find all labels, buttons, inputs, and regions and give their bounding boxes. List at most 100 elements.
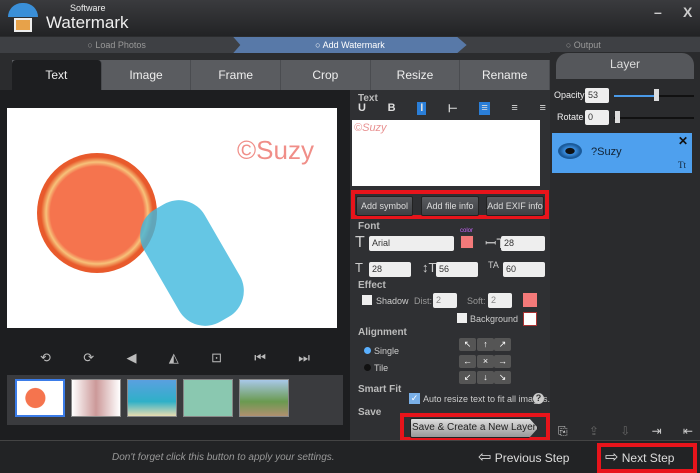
tile-label: Tile <box>374 363 389 373</box>
align-left[interactable]: ← <box>459 355 476 368</box>
first-image-icon[interactable]: ⏮ <box>254 350 266 366</box>
align-top-right[interactable]: ↗ <box>494 338 511 351</box>
export-icon[interactable]: ⇤ <box>683 424 693 439</box>
add-exif-info-button[interactable]: Add EXIF info <box>486 196 544 216</box>
rotate-slider-handle[interactable] <box>615 111 620 123</box>
font-size-select[interactable]: 28 <box>501 236 545 251</box>
spacing-button[interactable]: ⊢ <box>448 102 458 115</box>
help-icon[interactable]: ? <box>533 393 544 404</box>
underline-button[interactable]: U <box>358 102 366 115</box>
tab-bar: Text Image Frame Crop Resize Rename <box>12 60 551 90</box>
save-create-layer-button[interactable]: Save & Create a New Layer <box>410 418 538 438</box>
italic-button[interactable]: I <box>417 102 427 115</box>
auto-resize-label: Auto resize text to fit all images. <box>423 394 551 404</box>
tile-radio[interactable] <box>364 364 371 371</box>
add-symbol-button[interactable]: Add symbol <box>356 196 413 216</box>
thumbnail[interactable] <box>15 379 65 417</box>
shadow-color-swatch[interactable] <box>523 293 537 307</box>
rotate-right-icon[interactable]: ⟳ <box>83 350 94 366</box>
previous-step-button[interactable]: ⇦ Previous Step <box>478 446 569 470</box>
color-label: color <box>460 228 474 234</box>
move-down-icon[interactable]: ⇩ <box>620 424 630 439</box>
align-bottom-right[interactable]: ↘ <box>494 371 511 384</box>
fit-icon[interactable]: ⊡ <box>211 350 222 366</box>
tab-text[interactable]: Text <box>12 60 102 90</box>
thumbnail[interactable] <box>183 379 233 417</box>
add-file-info-button[interactable]: Add file info <box>421 196 479 216</box>
step-load-photos[interactable]: ○ Load Photos <box>0 37 233 53</box>
background-label: Background <box>470 314 519 324</box>
step-add-watermark[interactable]: ○ Add Watermark <box>233 37 467 53</box>
tab-rename[interactable]: Rename <box>460 60 551 90</box>
background-color-swatch[interactable] <box>523 312 537 326</box>
font-section-title: Font <box>358 221 380 232</box>
effect-section-title: Effect <box>358 280 386 291</box>
tab-crop[interactable]: Crop <box>281 60 371 90</box>
align-center[interactable]: × <box>477 355 494 368</box>
rotate-stepper[interactable]: 0 <box>585 110 609 125</box>
move-up-icon[interactable]: ⇪ <box>589 424 599 439</box>
align-top[interactable]: ↑ <box>477 338 494 351</box>
font-family-select[interactable]: Arial <box>369 236 454 251</box>
bottom-bar <box>0 440 700 473</box>
thumbnail[interactable] <box>239 379 289 417</box>
step-output[interactable]: ○ Output <box>467 37 700 53</box>
thumbnail[interactable] <box>71 379 121 417</box>
delete-layer-icon[interactable]: ✕ <box>678 134 688 148</box>
tab-frame[interactable]: Frame <box>191 60 282 90</box>
grapefruit-image <box>37 153 157 273</box>
tab-image[interactable]: Image <box>102 60 192 90</box>
save-section-title: Save <box>358 407 382 418</box>
align-bottom-left[interactable]: ↙ <box>459 371 476 384</box>
rotate-left-icon[interactable]: ⟲ <box>40 350 51 366</box>
background-checkbox[interactable] <box>457 313 467 323</box>
align-top-left[interactable]: ↖ <box>459 338 476 351</box>
char-width-stepper[interactable]: 28 <box>369 262 411 277</box>
logo-main: Watermark <box>46 13 129 32</box>
align-center-button[interactable]: ≡ <box>511 102 517 115</box>
thumbnail[interactable] <box>127 379 177 417</box>
new-layer-icon[interactable]: ⎘ <box>558 424 568 439</box>
text-input[interactable]: ©Suzy <box>352 120 540 186</box>
font-icon: T <box>355 234 365 251</box>
align-left-button[interactable]: ≡ <box>479 102 490 115</box>
import-icon[interactable]: ⇥ <box>652 424 662 439</box>
watermark-text[interactable]: ©Suzy <box>237 135 314 166</box>
picture-logo-icon <box>14 18 32 32</box>
align-right[interactable]: → <box>494 355 511 368</box>
arrow-right-icon: ⇨ <box>605 449 619 466</box>
last-image-icon[interactable]: ⏭ <box>298 350 310 366</box>
opacity-slider-handle[interactable] <box>654 89 659 101</box>
next-step-button[interactable]: ⇨ Next Step <box>605 446 674 470</box>
photo-preview[interactable]: ©Suzy <box>7 108 337 328</box>
shadow-label: Shadow <box>376 296 409 306</box>
flip-horizontal-icon[interactable]: ◀ <box>126 350 136 366</box>
single-radio[interactable] <box>364 347 371 354</box>
dist-stepper[interactable]: 2 <box>433 293 457 308</box>
minimize-button[interactable]: – <box>654 4 662 20</box>
soft-stepper[interactable]: 2 <box>488 293 512 308</box>
rotate-label: Rotate <box>557 112 584 122</box>
auto-resize-checkbox[interactable]: ✓ <box>409 393 420 404</box>
tab-resize[interactable]: Resize <box>371 60 461 90</box>
bold-button[interactable]: B <box>388 102 396 115</box>
shadow-checkbox[interactable] <box>362 295 372 305</box>
rotate-slider[interactable] <box>614 117 694 119</box>
single-label: Single <box>374 346 400 356</box>
letter-spacing-stepper[interactable]: 60 <box>503 262 545 277</box>
opacity-stepper[interactable]: 53 <box>585 88 609 103</box>
mirror-icon[interactable]: ◭ <box>169 350 179 366</box>
align-right-button[interactable]: ≡ <box>540 102 546 115</box>
close-button[interactable]: X <box>683 4 692 20</box>
thumbnail-strip <box>7 375 343 425</box>
visibility-eye-icon[interactable] <box>558 143 582 159</box>
char-height-icon: ↕T <box>422 260 437 275</box>
layer-item[interactable]: ?Suzy ✕ Tt <box>552 133 692 173</box>
align-bottom[interactable]: ↓ <box>477 371 494 384</box>
letter-spacing-icon: TA <box>488 260 499 270</box>
layer-title: Layer <box>556 53 694 79</box>
font-color-swatch[interactable] <box>460 235 474 249</box>
char-height-stepper[interactable]: 56 <box>436 262 478 277</box>
alignment-section-title: Alignment <box>358 327 407 338</box>
smart-fit-section-title: Smart Fit <box>358 384 402 395</box>
